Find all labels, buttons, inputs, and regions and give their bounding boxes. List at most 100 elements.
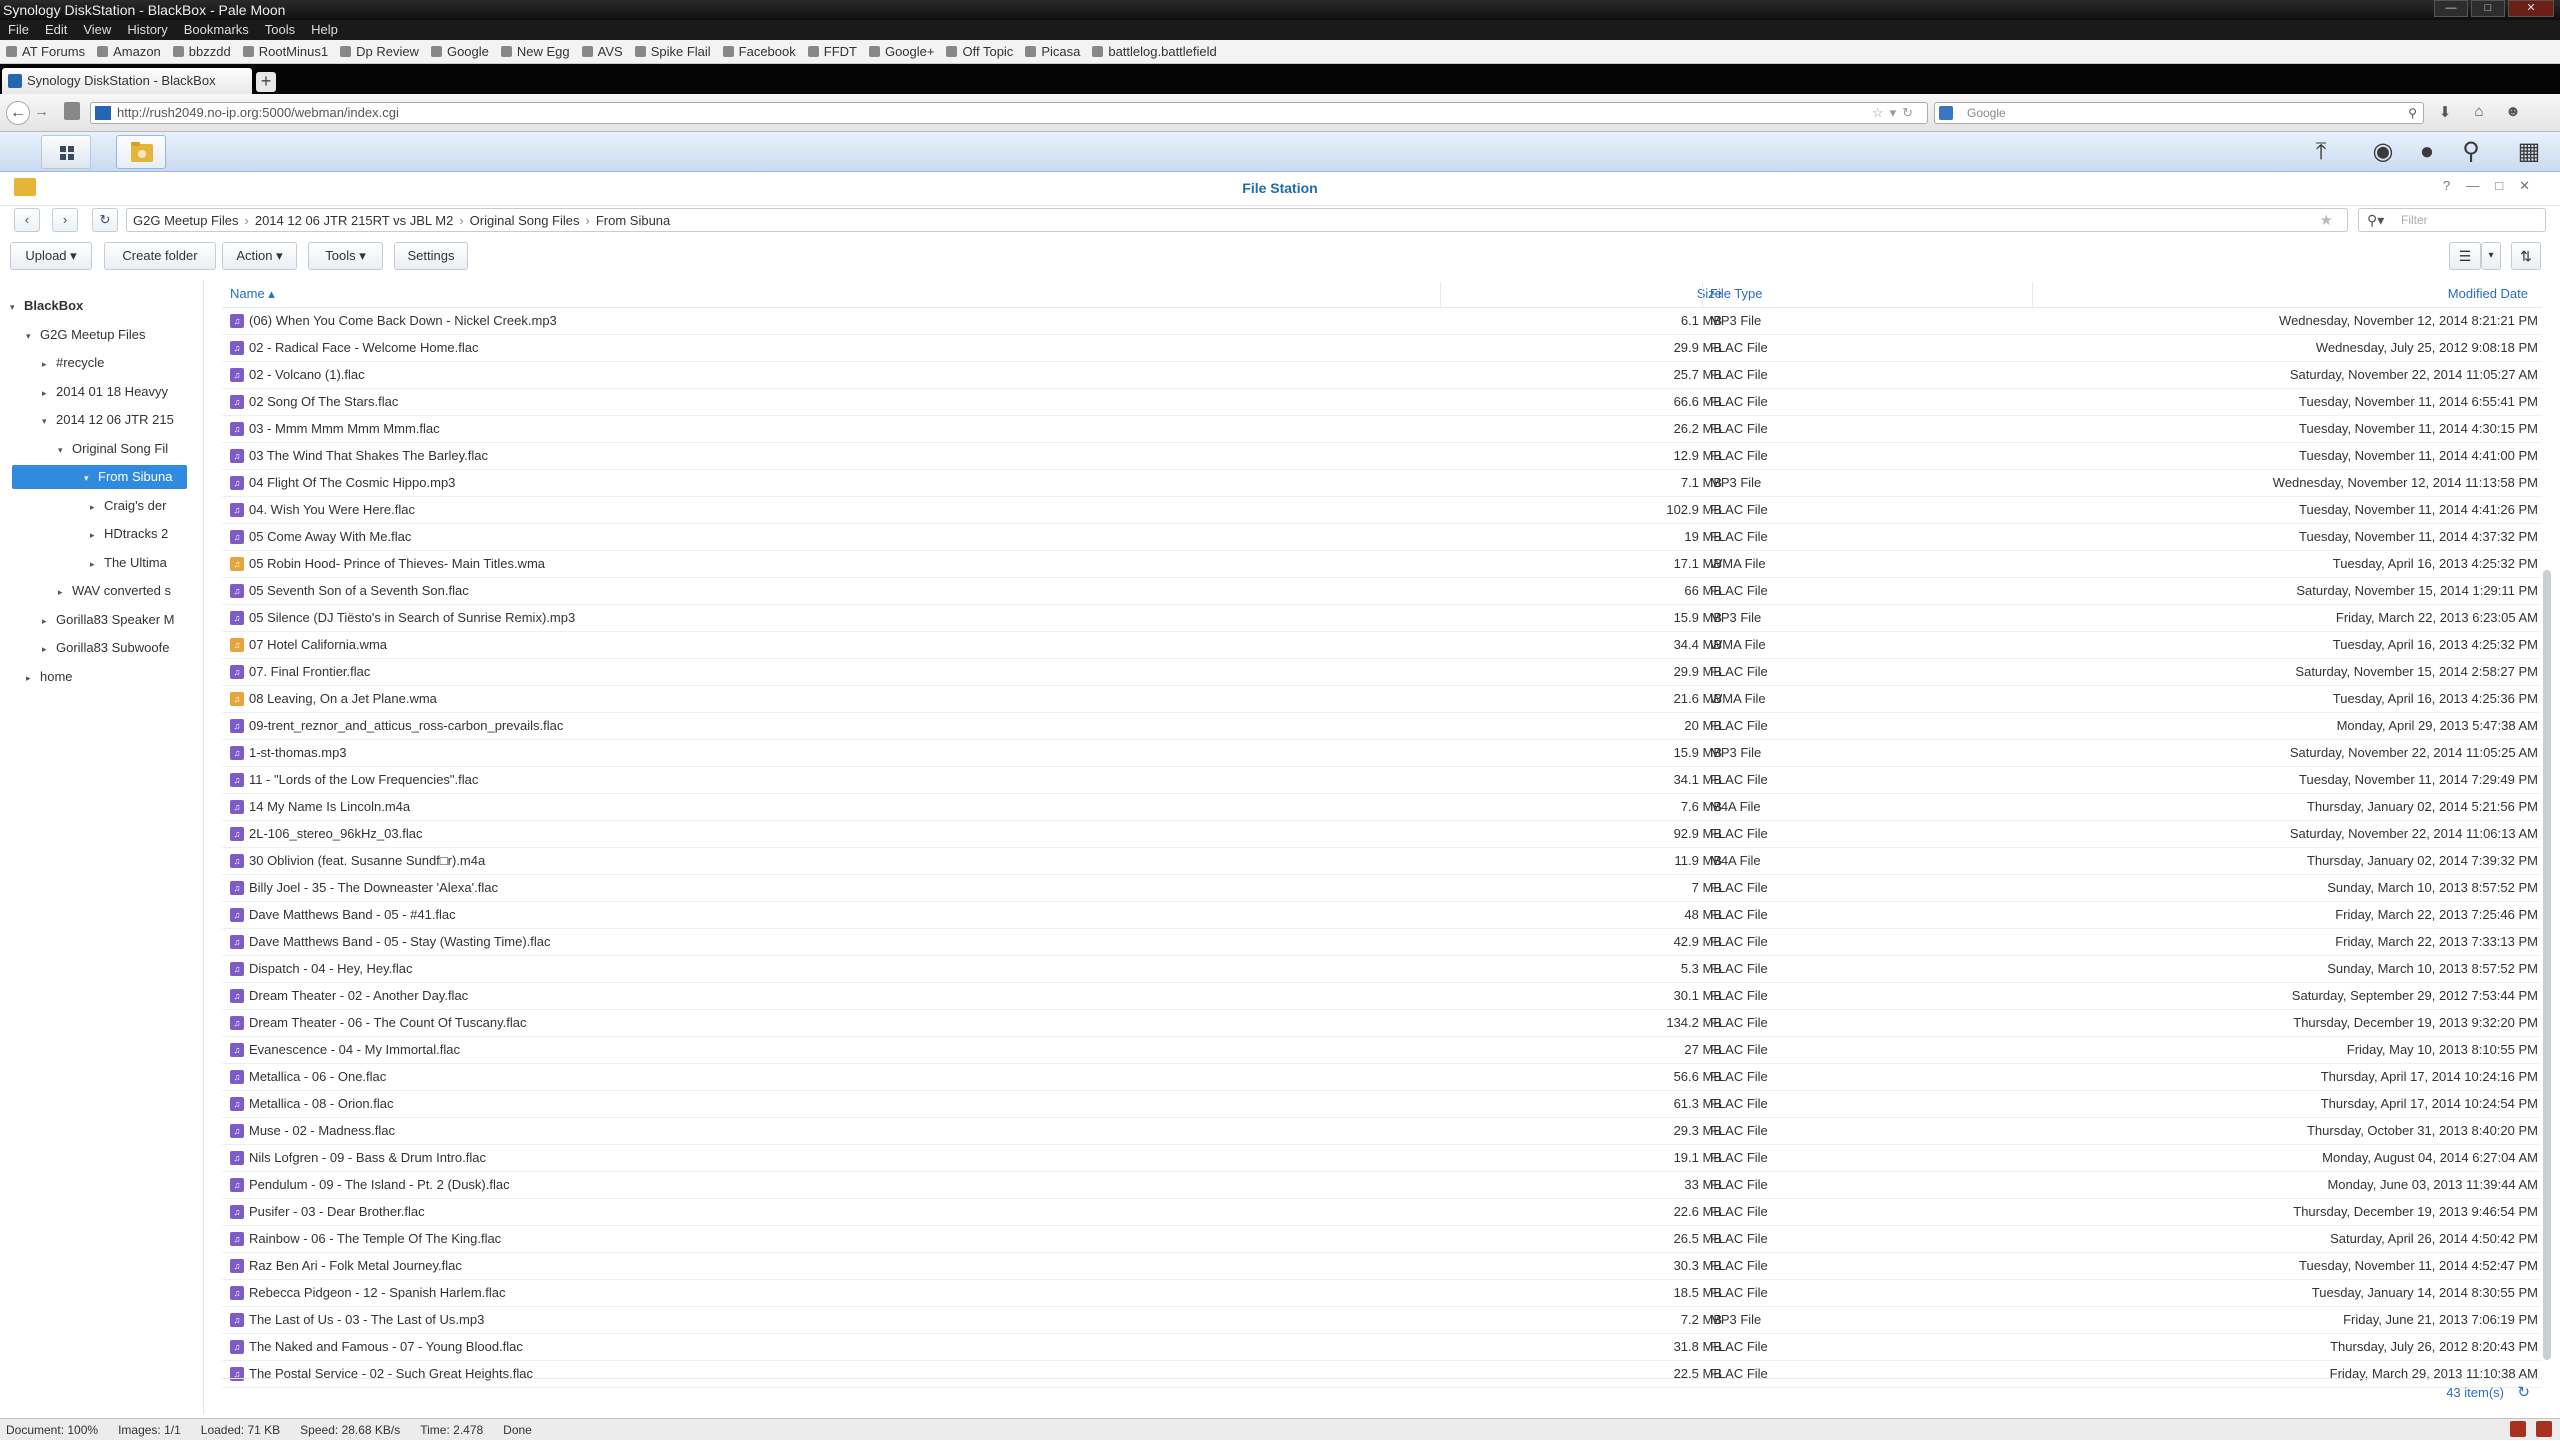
view-dropdown-icon[interactable]: ▾	[2481, 242, 2501, 270]
breadcrumb-item[interactable]: 2014 12 06 JTR 215RT vs JBL M2	[249, 213, 459, 228]
tree-node[interactable]: ▾ From Sibuna	[12, 465, 187, 489]
collapsed-arrow-icon[interactable]: ▸	[42, 637, 56, 660]
menu-history[interactable]: History	[119, 20, 175, 40]
bookmark-item[interactable]: battlelog.battlefield	[1086, 44, 1222, 59]
path-forward-button[interactable]: ›	[52, 208, 78, 232]
back-button[interactable]: ←	[6, 101, 30, 125]
expanded-arrow-icon[interactable]: ▾	[42, 409, 56, 432]
tree-node[interactable]: ▾ BlackBox	[10, 294, 203, 318]
tree-node[interactable]: ▸ Craig's der	[90, 494, 203, 518]
breadcrumb-item[interactable]: From Sibuna	[590, 213, 676, 228]
collapsed-arrow-icon[interactable]: ▸	[90, 523, 104, 546]
menu-help[interactable]: Help	[303, 20, 346, 40]
tree-node[interactable]: ▸ The Ultima	[90, 551, 203, 575]
addon-icon[interactable]: ☻	[2502, 103, 2524, 123]
minimize-button[interactable]: —	[2434, 0, 2468, 17]
collapsed-arrow-icon[interactable]: ▸	[90, 552, 104, 575]
file-row[interactable]: ♫ 2L-106_stereo_96kHz_03.flac 92.9 MB FLAC …	[222, 821, 2542, 848]
search-icon[interactable]: ⚲	[2456, 138, 2486, 166]
menu-view[interactable]: View	[75, 20, 119, 40]
file-row[interactable]: ♫ 05 Silence (DJ Tiësto's in Search of Su…	[222, 605, 2542, 632]
file-row[interactable]: ♫ Dave Matthews Band - 05 - #41.flac 48 MB…	[222, 902, 2542, 929]
create-folder-button[interactable]: Create folder	[104, 242, 216, 270]
menu-bookmarks[interactable]: Bookmarks	[176, 20, 257, 40]
file-row[interactable]: ♫ (06) When You Come Back Down - Nickel C…	[222, 308, 2542, 335]
bookmark-item[interactable]: bbzzdd	[167, 44, 237, 59]
path-back-button[interactable]: ‹	[14, 208, 40, 232]
file-row[interactable]: ♫ The Last of Us - 03 - The Last of Us.mp…	[222, 1307, 2542, 1334]
file-row[interactable]: ♫ Dream Theater - 06 - The Count Of Tusca…	[222, 1010, 2542, 1037]
menu-tools[interactable]: Tools	[257, 20, 303, 40]
file-row[interactable]: ♫ 30 Oblivion (feat. Susanne Sundf□r).m4a…	[222, 848, 2542, 875]
sort-icon[interactable]: ⇅	[2511, 242, 2541, 270]
collapsed-arrow-icon[interactable]: ▸	[26, 666, 40, 689]
expanded-arrow-icon[interactable]: ▾	[58, 438, 72, 461]
expanded-arrow-icon[interactable]: ▾	[10, 295, 24, 318]
upload-queue-icon[interactable]: ⤒	[2306, 138, 2336, 166]
file-row[interactable]: ♫ 05 Seventh Son of a Seventh Son.flac 66 …	[222, 578, 2542, 605]
file-row[interactable]: ♫ Rebecca Pidgeon - 12 - Spanish Harlem.f…	[222, 1280, 2542, 1307]
file-row[interactable]: ♫ 11 - "Lords of the Low Frequencies".fla…	[222, 767, 2542, 794]
tree-node[interactable]: ▾ Original Song Fil	[58, 437, 203, 461]
name-column-header[interactable]: Name ▴	[230, 282, 275, 308]
url-bar-actions-icon[interactable]: ☆▾↻	[1872, 103, 1919, 123]
file-row[interactable]: ♫ Rainbow - 06 - The Temple Of The King.f…	[222, 1226, 2542, 1253]
bookmark-item[interactable]: Picasa	[1019, 44, 1086, 59]
bookmark-item[interactable]: Dp Review	[334, 44, 425, 59]
tree-node[interactable]: ▸ home	[26, 665, 203, 689]
vertical-scrollbar[interactable]	[2543, 570, 2551, 1360]
breadcrumb-item[interactable]: Original Song Files	[464, 213, 586, 228]
refresh-icon[interactable]: ↻	[2517, 1383, 2530, 1401]
file-row[interactable]: ♫ Dave Matthews Band - 05 - Stay (Wasting…	[222, 929, 2542, 956]
file-row[interactable]: ♫ Raz Ben Ari - Folk Metal Journey.flac 30…	[222, 1253, 2542, 1280]
menu-file[interactable]: File	[0, 20, 37, 40]
collapsed-arrow-icon[interactable]: ▸	[58, 580, 72, 603]
bookmark-item[interactable]: Off Topic	[940, 44, 1019, 59]
filter-search-icon[interactable]: ⚲▾	[2367, 209, 2384, 231]
file-row[interactable]: ♫ 03 The Wind That Shakes The Barley.flac…	[222, 443, 2542, 470]
widgets-icon[interactable]: ▦	[2514, 138, 2544, 166]
bookmark-item[interactable]: Google	[425, 44, 495, 59]
tree-node[interactable]: ▸ WAV converted s	[58, 579, 203, 603]
notifications-icon[interactable]: ◉	[2368, 138, 2398, 166]
file-row[interactable]: ♫ 02 - Radical Face - Welcome Home.flac 29…	[222, 335, 2542, 362]
bookmark-item[interactable]: Google+	[863, 44, 941, 59]
bookmark-item[interactable]: AT Forums	[0, 44, 91, 59]
browser-tab[interactable]: Synology DiskStation - BlackBox	[2, 68, 252, 94]
bookmark-item[interactable]: Facebook	[717, 44, 802, 59]
list-view-icon[interactable]: ☰	[2449, 242, 2481, 270]
maximize-button[interactable]: □	[2471, 0, 2505, 17]
modified-date-column-header[interactable]: Modified Date	[2122, 282, 2528, 308]
file-row[interactable]: ♫ Muse - 02 - Madness.flac 29.3 MB FLAC Fil…	[222, 1118, 2542, 1145]
user-icon[interactable]: ●	[2412, 138, 2442, 166]
window-controls[interactable]: ?—□✕	[2443, 178, 2546, 194]
settings-button[interactable]: Settings	[394, 242, 468, 270]
expanded-arrow-icon[interactable]: ▾	[84, 466, 98, 489]
site-identity-icon[interactable]	[64, 102, 80, 120]
tree-node[interactable]: ▸ Gorilla83 Subwoofe	[42, 636, 203, 660]
file-row[interactable]: ♫ Pendulum - 09 - The Island - Pt. 2 (Dus…	[222, 1172, 2542, 1199]
downloads-icon[interactable]: ⬇	[2434, 103, 2456, 123]
home-icon[interactable]: ⌂	[2468, 103, 2490, 123]
collapsed-arrow-icon[interactable]: ▸	[42, 381, 56, 404]
bookmark-item[interactable]: Spike Flail	[629, 44, 717, 59]
action-button[interactable]: Action ▾	[222, 242, 297, 270]
forward-button[interactable]: →	[34, 103, 49, 120]
file-row[interactable]: ♫ Metallica - 06 - One.flac 56.6 MB FLAC Fi…	[222, 1064, 2542, 1091]
favorite-star-icon[interactable]: ★	[2314, 211, 2339, 229]
file-row[interactable]: ♫ 02 - Volcano (1).flac 25.7 MB FLAC File Sa…	[222, 362, 2542, 389]
collapsed-arrow-icon[interactable]: ▸	[42, 609, 56, 632]
file-row[interactable]: ♫ 05 Come Away With Me.flac 19 MB FLAC File…	[222, 524, 2542, 551]
file-row[interactable]: ♫ 04 Flight Of The Cosmic Hippo.mp3 7.1 MB…	[222, 470, 2542, 497]
collapsed-arrow-icon[interactable]: ▸	[90, 495, 104, 518]
file-row[interactable]: ♫ Billy Joel - 35 - The Downeaster 'Alexa…	[222, 875, 2542, 902]
tree-node[interactable]: ▾ G2G Meetup Files	[26, 323, 203, 347]
breadcrumb-item[interactable]: G2G Meetup Files	[127, 213, 245, 228]
file-row[interactable]: ♫ Dispatch - 04 - Hey, Hey.flac 5.3 MB FLAC…	[222, 956, 2542, 983]
close-button[interactable]: ✕	[2508, 0, 2554, 17]
bookmark-item[interactable]: AVS	[576, 44, 629, 59]
bookmark-item[interactable]: Amazon	[91, 44, 167, 59]
upload-button[interactable]: Upload ▾	[10, 242, 92, 270]
search-input[interactable]: Google ⚲	[1934, 102, 2424, 124]
tree-node[interactable]: ▸ #recycle	[42, 351, 203, 375]
